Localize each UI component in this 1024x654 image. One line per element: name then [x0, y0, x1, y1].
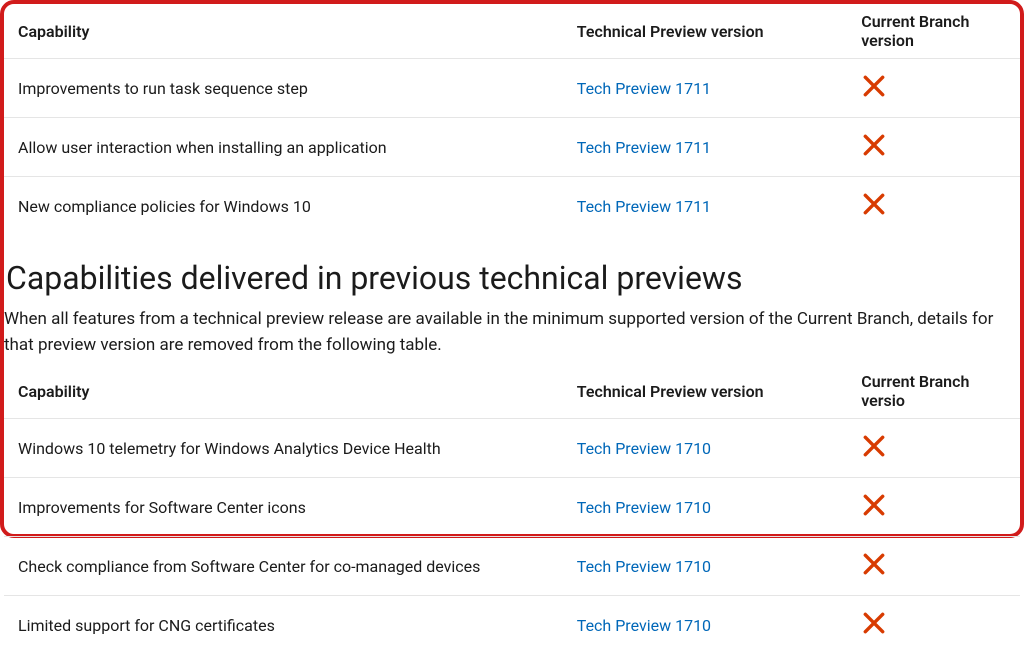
preview-version-cell: Tech Preview 1710 — [563, 478, 847, 537]
branch-version-cell — [847, 537, 1020, 596]
capability-cell: Improvements for Software Center icons — [4, 478, 563, 537]
column-header-capability: Capability — [4, 366, 563, 419]
tech-preview-link[interactable]: Tech Preview 1711 — [577, 138, 711, 157]
capability-cell: New compliance policies for Windows 10 — [4, 177, 563, 236]
cross-icon — [861, 433, 887, 459]
tech-preview-link[interactable]: Tech Preview 1710 — [577, 616, 711, 635]
cross-icon — [861, 191, 887, 217]
column-header-preview: Technical Preview version — [563, 8, 847, 59]
tech-preview-link[interactable]: Tech Preview 1710 — [577, 557, 711, 576]
capability-cell: Limited support for CNG certificates — [4, 596, 563, 654]
capability-cell: Check compliance from Software Center fo… — [4, 537, 563, 596]
cross-icon — [861, 551, 887, 577]
column-header-branch: Current Branch versio — [847, 366, 1020, 419]
branch-version-cell — [847, 596, 1020, 654]
table-row: Improvements to run task sequence step Te… — [4, 59, 1020, 118]
tech-preview-link[interactable]: Tech Preview 1711 — [577, 79, 711, 98]
table-row: New compliance policies for Windows 10 Te… — [4, 177, 1020, 236]
branch-version-cell — [847, 118, 1020, 177]
section-description: When all features from a technical previ… — [4, 307, 1020, 358]
tech-preview-link[interactable]: Tech Preview 1710 — [577, 439, 711, 458]
document-content: Capability Technical Preview version Cur… — [4, 8, 1020, 654]
tech-preview-link[interactable]: Tech Preview 1710 — [577, 498, 711, 517]
preview-version-cell: Tech Preview 1711 — [563, 118, 847, 177]
cross-icon — [861, 73, 887, 99]
cross-icon — [861, 492, 887, 518]
section-heading: Capabilities delivered in previous techn… — [4, 259, 1020, 297]
capability-cell: Allow user interaction when installing a… — [4, 118, 563, 177]
cross-icon — [861, 610, 887, 636]
branch-version-cell — [847, 478, 1020, 537]
table-row: Allow user interaction when installing a… — [4, 118, 1020, 177]
branch-version-cell — [847, 419, 1020, 478]
branch-version-cell — [847, 177, 1020, 236]
column-header-preview: Technical Preview version — [563, 366, 847, 419]
table-row: Limited support for CNG certificates Tech… — [4, 596, 1020, 654]
capability-cell: Windows 10 telemetry for Windows Analyti… — [4, 419, 563, 478]
preview-version-cell: Tech Preview 1711 — [563, 177, 847, 236]
capabilities-table-current: Capability Technical Preview version Cur… — [4, 8, 1020, 235]
preview-version-cell: Tech Preview 1710 — [563, 596, 847, 654]
preview-version-cell: Tech Preview 1711 — [563, 59, 847, 118]
table-row: Improvements for Software Center icons Te… — [4, 478, 1020, 537]
preview-version-cell: Tech Preview 1710 — [563, 419, 847, 478]
preview-version-cell: Tech Preview 1710 — [563, 537, 847, 596]
column-header-branch: Current Branch version — [847, 8, 1020, 59]
capabilities-table-previous: Capability Technical Preview version Cur… — [4, 366, 1020, 654]
column-header-capability: Capability — [4, 8, 563, 59]
cross-icon — [861, 132, 887, 158]
capability-cell: Improvements to run task sequence step — [4, 59, 563, 118]
table-row: Check compliance from Software Center fo… — [4, 537, 1020, 596]
table-row: Windows 10 telemetry for Windows Analyti… — [4, 419, 1020, 478]
branch-version-cell — [847, 59, 1020, 118]
tech-preview-link[interactable]: Tech Preview 1711 — [577, 197, 711, 216]
highlighted-frame: Capability Technical Preview version Cur… — [0, 0, 1024, 538]
